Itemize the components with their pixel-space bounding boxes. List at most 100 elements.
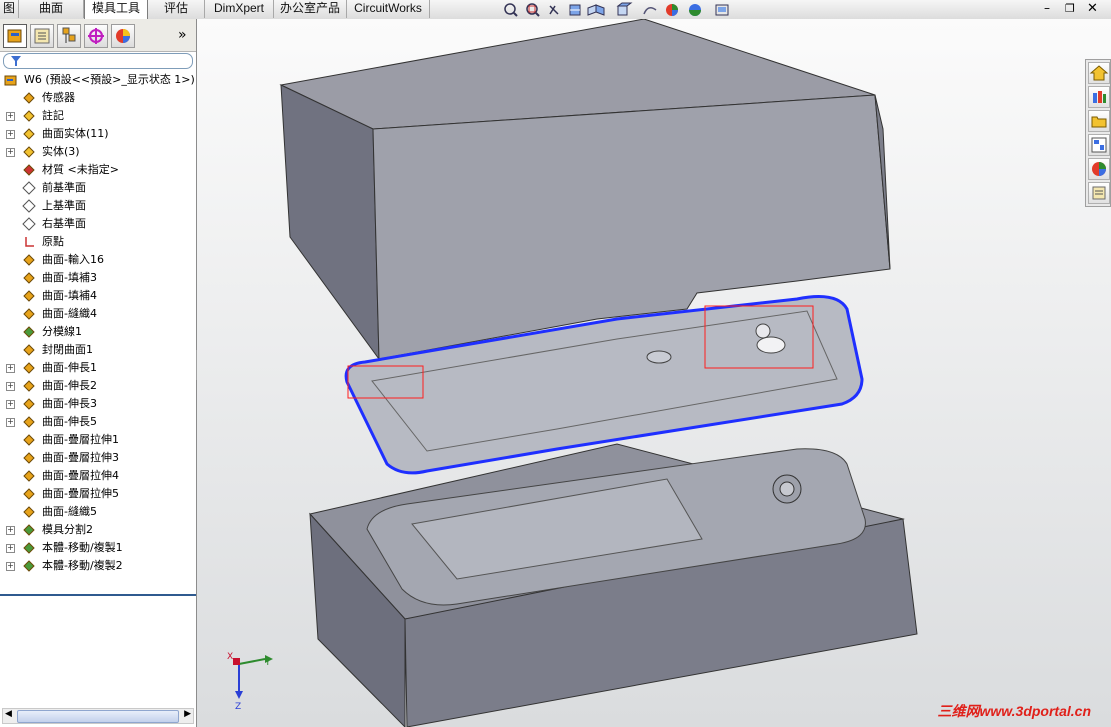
tree-item-label: 曲面-伸長3 — [42, 397, 97, 410]
file-explorer-icon[interactable] — [1088, 110, 1110, 132]
tree-item[interactable]: + 曲面-伸長2 — [0, 377, 196, 395]
model-view[interactable]: Y X Z — [197, 19, 1111, 727]
surface-fill-icon — [23, 290, 35, 302]
tab-office-products[interactable]: 办公室产品 — [274, 0, 347, 18]
tree-item[interactable]: + 曲面实体(11) — [0, 125, 196, 143]
appearances-icon[interactable] — [1088, 158, 1110, 180]
tree-item[interactable]: 材質 <未指定> — [0, 161, 196, 179]
tree-item-label: 原點 — [42, 235, 64, 248]
previous-view-icon[interactable] — [549, 5, 559, 15]
appearance-icon[interactable] — [666, 4, 678, 16]
tree-item-label: 曲面-填補3 — [42, 271, 97, 284]
surface-knit-icon — [23, 506, 35, 518]
triad-y-label: Y — [264, 658, 271, 668]
zoom-to-fit-icon[interactable] — [504, 3, 518, 17]
tab-evaluate[interactable]: 评估 — [148, 0, 205, 18]
tree-item-label: 传感器 — [42, 91, 75, 104]
tree-item[interactable]: + 曲面-伸長5 — [0, 413, 196, 431]
triad-z-label: Z — [235, 702, 241, 712]
surface-extrude-icon — [23, 398, 35, 410]
tab-dimxpert[interactable]: DimXpert — [205, 0, 274, 18]
display-manager-icon[interactable] — [111, 24, 135, 48]
feature-filter-input[interactable] — [3, 53, 193, 69]
shut-off-surface-icon — [23, 344, 35, 356]
dimxpert-manager-icon[interactable] — [84, 24, 108, 48]
hide-show-icon[interactable] — [643, 7, 657, 15]
tree-root[interactable]: W6 (預設<<預設>_显示状态 1>) — [0, 71, 196, 89]
panel-tab-strip: » — [0, 19, 196, 52]
more-tabs-button[interactable]: » — [178, 27, 187, 43]
tree-item-label: 材質 <未指定> — [42, 163, 119, 176]
tree-item[interactable]: 传感器 — [0, 89, 196, 107]
scroll-left-icon[interactable]: ◀ — [5, 709, 12, 719]
tree-item-label: 实体(3) — [42, 145, 80, 158]
feature-manager-icon[interactable] — [3, 24, 27, 48]
scroll-right-icon[interactable]: ▶ — [184, 709, 191, 719]
expand-toggle-icon[interactable]: + — [6, 544, 15, 553]
tree-item-label: 分模線1 — [42, 325, 82, 338]
restore-icon[interactable]: ❐ — [1065, 2, 1075, 15]
tree-item[interactable]: + 註記 — [0, 107, 196, 125]
scroll-thumb[interactable] — [17, 710, 179, 723]
minimize-icon[interactable]: – — [1044, 1, 1050, 15]
view-palette-icon[interactable] — [1088, 134, 1110, 156]
tab-mold-tools[interactable]: 模具工具 — [84, 0, 148, 19]
watermark-text: 三维网www.3dportal.cn — [937, 703, 1092, 719]
design-library-icon[interactable] — [1088, 86, 1110, 108]
tree-item[interactable]: 曲面-輸入16 — [0, 251, 196, 269]
tree-item[interactable]: 前基準面 — [0, 179, 196, 197]
section-view-icon[interactable] — [569, 4, 581, 16]
tree-item[interactable]: + 实体(3) — [0, 143, 196, 161]
view-orientation-icon[interactable] — [587, 4, 605, 16]
display-style-icon[interactable] — [616, 2, 633, 16]
tree-item[interactable]: 曲面-疊層拉伸3 — [0, 449, 196, 467]
scene-icon[interactable] — [689, 4, 701, 16]
expand-toggle-icon[interactable]: + — [6, 148, 15, 157]
tree-item-label: 模具分割2 — [42, 523, 93, 536]
tab-surfaces[interactable]: 曲面 — [19, 0, 84, 18]
expand-toggle-icon[interactable]: + — [6, 526, 15, 535]
graphics-area[interactable]: Y X Z 三维网www.3dportal.cn — [197, 19, 1111, 727]
tab-sketch[interactable]: 图 — [0, 0, 19, 18]
tree-item[interactable]: 曲面-疊層拉伸4 — [0, 467, 196, 485]
tree-item[interactable]: 分模線1 — [0, 323, 196, 341]
expand-toggle-icon[interactable]: + — [6, 562, 15, 571]
material-icon — [23, 164, 35, 176]
zoom-area-icon[interactable] — [526, 3, 540, 17]
tree-item[interactable]: + 模具分割2 — [0, 521, 196, 539]
expand-toggle-icon[interactable]: + — [6, 418, 15, 427]
view-triad: Y X Z — [227, 652, 273, 712]
tree-item-label: 本體-移動/複製1 — [42, 541, 123, 554]
close-icon[interactable]: ✕ — [1087, 1, 1098, 16]
expand-toggle-icon[interactable]: + — [6, 130, 15, 139]
tree-item[interactable]: + 本體-移動/複製1 — [0, 539, 196, 557]
expand-toggle-icon[interactable]: + — [6, 382, 15, 391]
property-manager-icon[interactable] — [30, 24, 54, 48]
expand-toggle-icon[interactable]: + — [6, 112, 15, 121]
tree-item[interactable]: 曲面-縫織5 — [0, 503, 196, 521]
expand-toggle-icon[interactable]: + — [6, 364, 15, 373]
tree-item[interactable]: 原點 — [0, 233, 196, 251]
tree-item[interactable]: 封閉曲面1 — [0, 341, 196, 359]
expand-toggle-icon[interactable]: + — [6, 400, 15, 409]
resources-icon[interactable] — [1088, 62, 1110, 84]
tree-item[interactable]: 曲面-填補3 — [0, 269, 196, 287]
rollback-bar[interactable] — [0, 594, 196, 596]
tree-item[interactable]: + 本體-移動/複製2 — [0, 557, 196, 575]
view-settings-icon[interactable] — [715, 4, 729, 16]
tree-item[interactable]: 右基準面 — [0, 215, 196, 233]
tab-circuitworks[interactable]: CircuitWorks — [347, 0, 430, 18]
configuration-manager-icon[interactable] — [57, 24, 81, 48]
tree-item[interactable]: 曲面-填補4 — [0, 287, 196, 305]
cavity-block[interactable] — [309, 443, 918, 727]
tree-item[interactable]: + 曲面-伸長3 — [0, 395, 196, 413]
tree-item[interactable]: 曲面-疊層拉伸1 — [0, 431, 196, 449]
tree-item[interactable]: 上基準面 — [0, 197, 196, 215]
tree-item[interactable]: 曲面-縫織4 — [0, 305, 196, 323]
custom-properties-icon[interactable] — [1088, 182, 1110, 204]
surface-loft-icon — [23, 434, 35, 446]
solid-bodies-icon — [23, 146, 35, 158]
panel-horizontal-scrollbar[interactable]: ◀ ▶ — [2, 708, 194, 724]
tree-item[interactable]: 曲面-疊層拉伸5 — [0, 485, 196, 503]
tree-item[interactable]: + 曲面-伸長1 — [0, 359, 196, 377]
